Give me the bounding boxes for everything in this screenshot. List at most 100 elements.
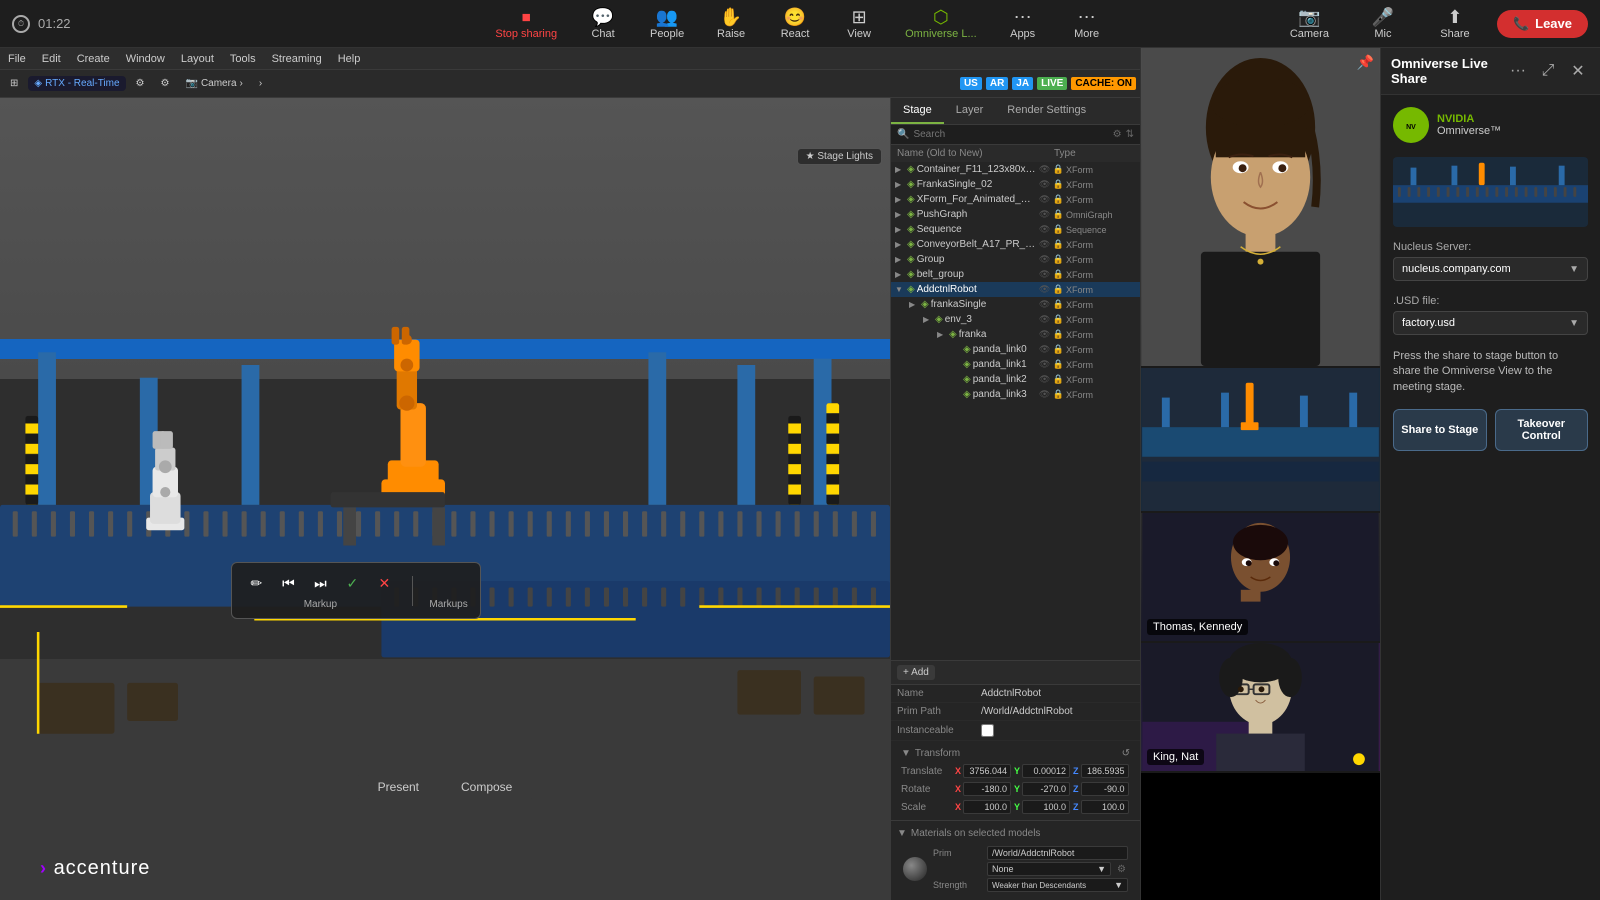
tree-item[interactable]: ▶ ◈ ConveyorBelt_A17_PR_NVD_01 👁 🔒 XForm: [891, 237, 1140, 252]
stage-tree[interactable]: ▶ ◈ Container_F11_123x80x89cm_PR_V... 👁 …: [891, 162, 1140, 660]
chat-button[interactable]: 💬 Chat: [573, 4, 633, 44]
tree-item[interactable]: ▶ ◈ franka 👁 🔒 XForm: [891, 327, 1140, 342]
present-button[interactable]: Present: [358, 774, 439, 800]
tree-item[interactable]: ▶ ◈ Container_F11_123x80x89cm_PR_V... 👁 …: [891, 162, 1140, 177]
transform-section: ▼ Transform ↺ Translate X 3756.044: [891, 741, 1140, 820]
nucleus-value: nucleus.company.com: [1402, 263, 1511, 275]
markup-confirm-btn[interactable]: ✓: [340, 571, 364, 595]
menu-tools[interactable]: Tools: [230, 53, 256, 65]
arrow-icon: ▶: [923, 315, 933, 324]
mat-dropdown[interactable]: None ▼: [987, 862, 1111, 876]
leave-button[interactable]: 📞 Leave: [1497, 10, 1588, 38]
takeover-control-button[interactable]: Takeover Control: [1495, 409, 1589, 451]
translate-y-val[interactable]: 0.00012: [1022, 764, 1070, 778]
translate-x-val[interactable]: 3756.044: [963, 764, 1011, 778]
panel-close-btn[interactable]: ✕: [1566, 59, 1590, 83]
share-stage-button[interactable]: Share to Stage: [1393, 409, 1487, 451]
rotate-y-val[interactable]: -270.0: [1022, 782, 1070, 796]
stage-lights-button[interactable]: ★ Stage Lights: [797, 148, 882, 165]
people-icon: 👥: [656, 8, 678, 26]
prop-instanceable-label: Instanceable: [897, 725, 977, 736]
stage-panel: Stage Layer Render Settings 🔍 ⚙ ⇅ Name (…: [890, 98, 1140, 900]
x-letter: X: [955, 766, 961, 776]
y-letter: Y: [1014, 766, 1020, 776]
rtx-realtime-btn[interactable]: ◈ RTX - Real-Time: [28, 76, 125, 91]
tree-item[interactable]: ◈ panda_link1 👁 🔒 XForm: [891, 357, 1140, 372]
filter-icon[interactable]: ⚙: [1113, 129, 1122, 140]
transform-header[interactable]: ▼ Transform ↺: [895, 745, 1136, 762]
camera-select-btn[interactable]: 📷 Camera ›: [179, 76, 248, 91]
tree-item[interactable]: ◈ panda_link2 👁 🔒 XForm: [891, 372, 1140, 387]
tree-item[interactable]: ▶ ◈ belt_group 👁 🔒 XForm: [891, 267, 1140, 282]
panel-expand-btn[interactable]: ⤢: [1536, 59, 1560, 83]
tree-item[interactable]: ▶ ◈ env_3 👁 🔒 XForm: [891, 312, 1140, 327]
tab-render-settings[interactable]: Render Settings: [995, 98, 1098, 124]
view-button[interactable]: ⊞ View: [829, 4, 889, 44]
sort-icon[interactable]: ⇅: [1126, 129, 1134, 140]
pin-main-video-btn[interactable]: 📌: [1357, 54, 1374, 71]
item-icon: ◈: [907, 194, 915, 205]
menu-help[interactable]: Help: [338, 53, 361, 65]
stop-sharing-button[interactable]: ⏹ Stop sharing: [483, 4, 569, 44]
menu-streaming[interactable]: Streaming: [272, 53, 322, 65]
tree-item[interactable]: ◈ panda_link0 👁 🔒 XForm: [891, 342, 1140, 357]
accenture-logo: › accenture: [40, 857, 150, 880]
rotate-x-val[interactable]: -180.0: [963, 782, 1011, 796]
transform-reset-btn[interactable]: ↺: [1122, 748, 1130, 759]
scale-y-val[interactable]: 100.0: [1022, 800, 1070, 814]
tab-stage[interactable]: Stage: [891, 98, 944, 124]
compose-button[interactable]: Compose: [441, 774, 532, 800]
more-button[interactable]: ⋯ More: [1057, 4, 1117, 44]
omniverse-button[interactable]: ⬡ Omniverse L...: [893, 4, 989, 44]
markup-next-btn[interactable]: ⏭: [308, 571, 332, 595]
prim-label: Prim: [933, 848, 983, 858]
more-tools-btn[interactable]: ›: [253, 76, 268, 91]
tree-item[interactable]: ▶ ◈ FrankaSingle_02 👁 🔒 XForm: [891, 177, 1140, 192]
viewport-settings-btn[interactable]: ⚙: [155, 76, 176, 91]
renderer-settings-btn[interactable]: ⚙: [130, 76, 151, 91]
rotate-z-val[interactable]: -90.0: [1081, 782, 1129, 796]
nucleus-select[interactable]: nucleus.company.com ▼: [1393, 257, 1588, 281]
tree-item[interactable]: ▶ ◈ Group 👁 🔒 XForm: [891, 252, 1140, 267]
scale-x-val[interactable]: 100.0: [963, 800, 1011, 814]
apps-button[interactable]: ⋯ Apps: [993, 4, 1053, 44]
markup-prev-btn[interactable]: ⏮: [276, 571, 300, 595]
tree-item[interactable]: ▶ ◈ PushGraph 👁 🔒 OmniGraph: [891, 207, 1140, 222]
panel-more-btn[interactable]: ···: [1506, 59, 1530, 83]
icon-grid-btn[interactable]: ⊞: [4, 76, 24, 91]
react-button[interactable]: 😊 React: [765, 4, 825, 44]
video-panel: 📌: [1140, 48, 1380, 900]
tree-item-selected[interactable]: ▼ ◈ AddctnlRobot 👁 🔒 XForm: [891, 282, 1140, 297]
user-badge-us: US: [960, 77, 982, 90]
share-button[interactable]: ⬆ Share: [1425, 4, 1485, 44]
tree-item[interactable]: ▶ ◈ Sequence 👁 🔒 Sequence: [891, 222, 1140, 237]
tree-item[interactable]: ▶ ◈ XForm_For_Animated_Camera 👁 🔒 XForm: [891, 192, 1140, 207]
people-button[interactable]: 👥 People: [637, 4, 697, 44]
usd-select[interactable]: factory.usd ▼: [1393, 311, 1588, 335]
menu-create[interactable]: Create: [77, 53, 110, 65]
share-preview-thumbnail: [1393, 157, 1588, 227]
tree-item[interactable]: ◈ panda_link3 👁 🔒 XForm: [891, 387, 1140, 402]
mic-button[interactable]: 🎤 Mic: [1353, 4, 1413, 44]
stage-search-input[interactable]: [913, 129, 1108, 140]
scale-z-val[interactable]: 100.0: [1081, 800, 1129, 814]
prim-value[interactable]: /World/AddctnlRobot: [987, 846, 1128, 860]
x-letter: X: [955, 784, 961, 794]
camera-button[interactable]: 📷 Camera: [1278, 4, 1341, 44]
materials-header[interactable]: ▼ Materials on selected models: [897, 825, 1134, 842]
add-property-btn[interactable]: + Add: [897, 665, 935, 680]
menu-layout[interactable]: Layout: [181, 53, 214, 65]
mat-settings-icon[interactable]: ⚙: [1115, 864, 1128, 875]
tab-layer[interactable]: Layer: [944, 98, 996, 124]
menu-window[interactable]: Window: [126, 53, 165, 65]
markup-cancel-btn[interactable]: ✕: [372, 571, 396, 595]
strength-dropdown[interactable]: Weaker than Descendants ▼: [987, 878, 1128, 892]
translate-z-val[interactable]: 186.5935: [1081, 764, 1129, 778]
tree-item[interactable]: ▶ ◈ frankaSingle 👁 🔒 XForm: [891, 297, 1140, 312]
markup-pencil-btn[interactable]: ✏: [244, 571, 268, 595]
menu-file[interactable]: File: [8, 53, 26, 65]
menu-edit[interactable]: Edit: [42, 53, 61, 65]
raise-button[interactable]: ✋ Raise: [701, 4, 761, 44]
viewport[interactable]: ★ Stage Lights ✏ ⏮ ⏭ ✓ ✕: [0, 98, 890, 900]
instanceable-checkbox[interactable]: [981, 724, 994, 737]
